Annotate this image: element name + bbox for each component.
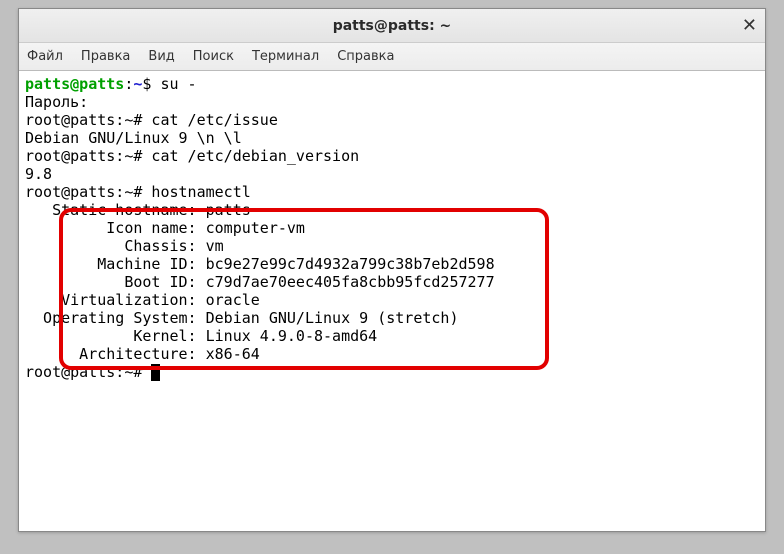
cursor-icon <box>151 364 160 381</box>
menu-search[interactable]: Поиск <box>193 49 234 64</box>
output-line: Kernel: Linux 4.9.0-8-amd64 <box>25 327 759 345</box>
terminal-window: patts@patts: ~ ✕ Файл Правка Вид Поиск Т… <box>18 8 766 532</box>
window-titlebar[interactable]: patts@patts: ~ ✕ <box>19 9 765 43</box>
output-line: Boot ID: c79d7ae70eec405fa8cbb95fcd25727… <box>25 273 759 291</box>
output-line: 9.8 <box>25 165 759 183</box>
window-title: patts@patts: ~ <box>333 18 452 34</box>
output-line: root@patts:~# cat /etc/issue <box>25 111 759 129</box>
output-line: Static hostname: patts <box>25 201 759 219</box>
output-line: Virtualization: oracle <box>25 291 759 309</box>
menu-help[interactable]: Справка <box>337 49 394 64</box>
menubar: Файл Правка Вид Поиск Терминал Справка <box>19 43 765 71</box>
output-line: Operating System: Debian GNU/Linux 9 (st… <box>25 309 759 327</box>
output-line: Debian GNU/Linux 9 \n \l <box>25 129 759 147</box>
output-line: Architecture: x86-64 <box>25 345 759 363</box>
output-line: root@patts:~# cat /etc/debian_version <box>25 147 759 165</box>
output-line: Пароль: <box>25 93 759 111</box>
menu-file[interactable]: Файл <box>27 49 63 64</box>
prompt-user: patts@patts <box>25 75 124 93</box>
menu-terminal[interactable]: Терминал <box>252 49 319 64</box>
prompt-line: root@patts:~# <box>25 363 759 381</box>
output-line: Chassis: vm <box>25 237 759 255</box>
menu-view[interactable]: Вид <box>148 49 174 64</box>
output-line: Machine ID: bc9e27e99c7d4932a799c38b7eb2… <box>25 255 759 273</box>
terminal-output[interactable]: patts@patts:~$ su -Пароль:root@patts:~# … <box>19 71 765 531</box>
output-line: root@patts:~# hostnamectl <box>25 183 759 201</box>
menu-edit[interactable]: Правка <box>81 49 130 64</box>
output-line: Icon name: computer-vm <box>25 219 759 237</box>
prompt-line: patts@patts:~$ su - <box>25 75 759 93</box>
close-icon[interactable]: ✕ <box>742 17 757 35</box>
